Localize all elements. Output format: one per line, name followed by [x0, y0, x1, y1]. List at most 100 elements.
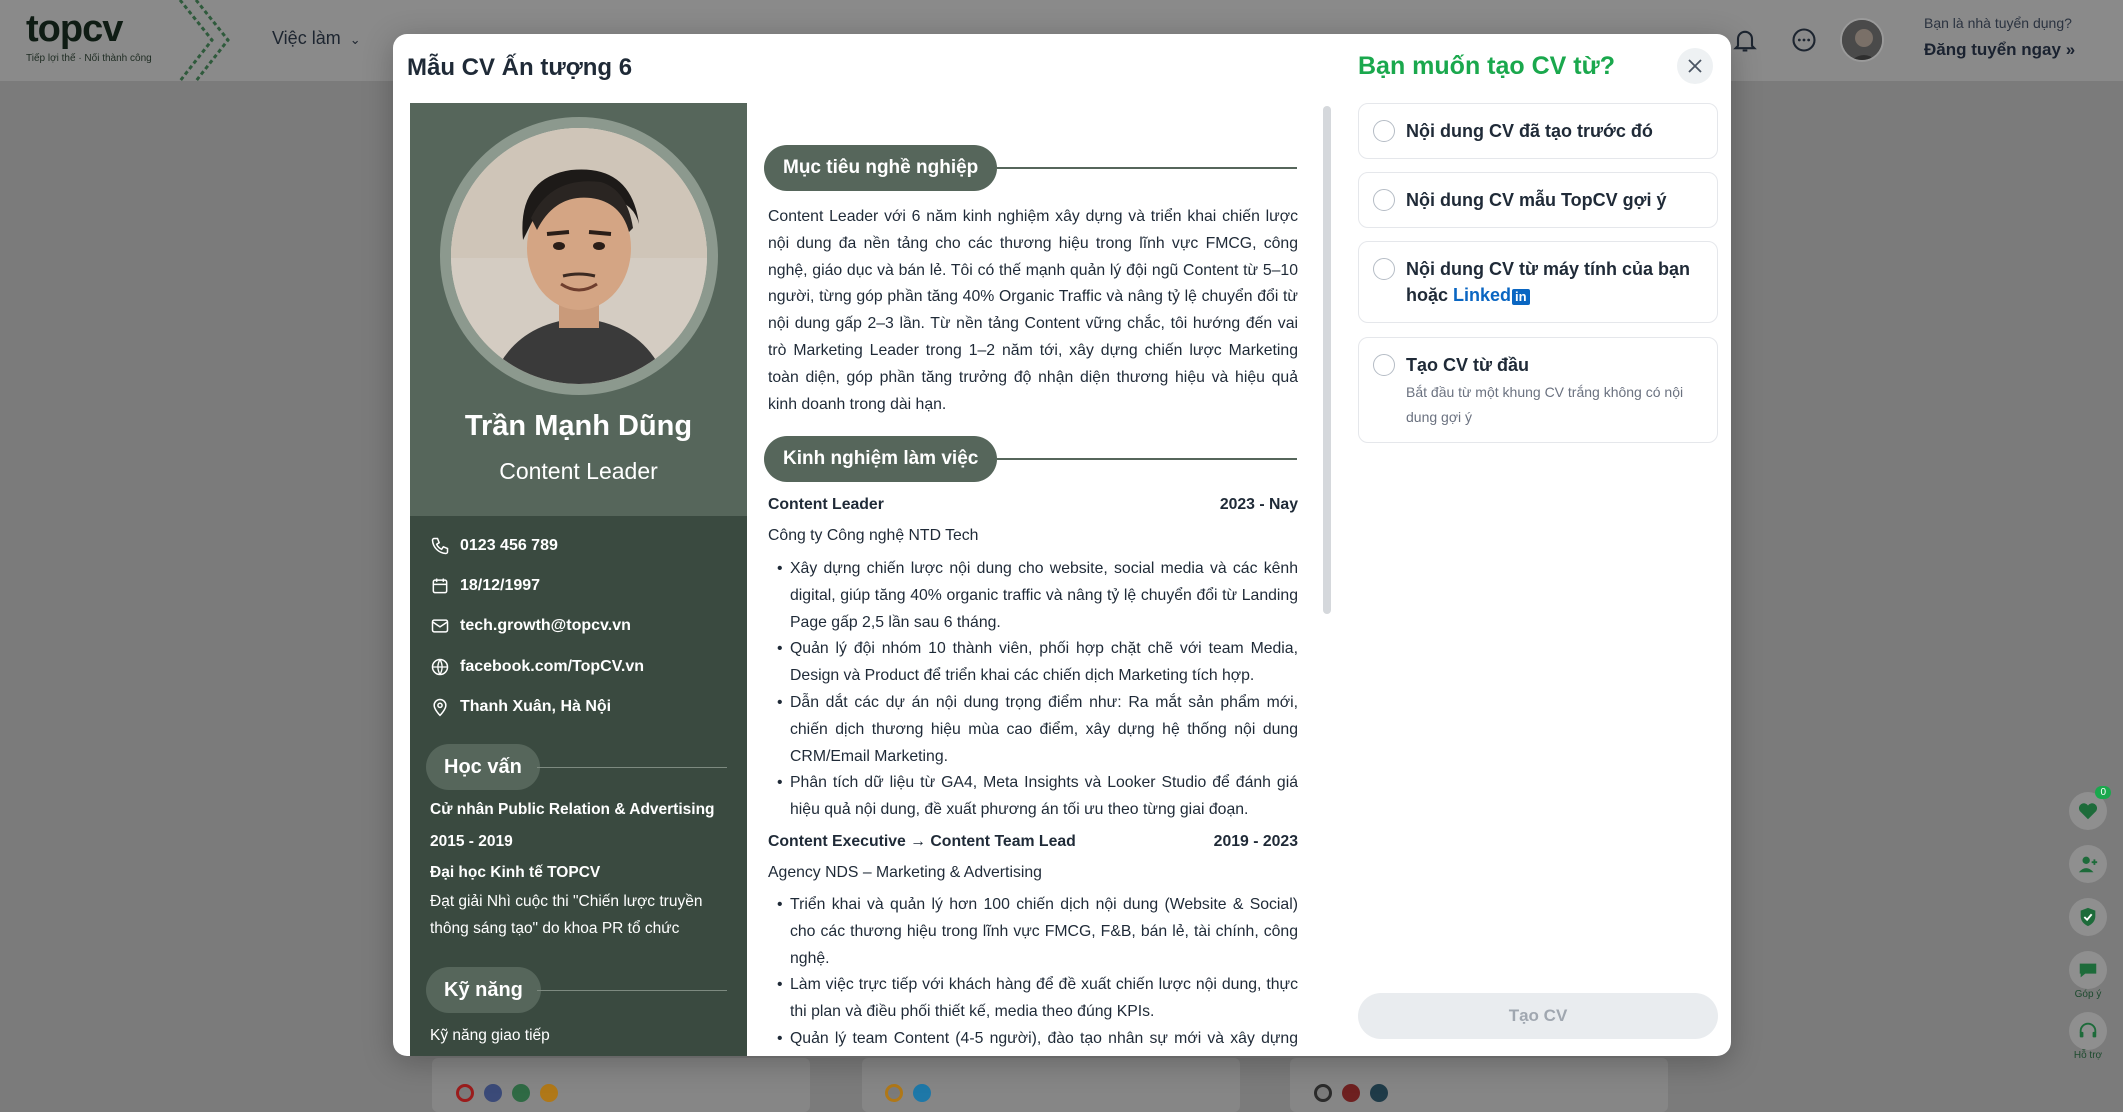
skill-item: Kỹ năng giao tiếp: [430, 1027, 550, 1044]
divider: [537, 767, 727, 768]
profile-photo-frame: [440, 117, 718, 395]
job-header: Content Leader 2023 - Nay: [768, 496, 1298, 514]
list-item: Dẫn dắt các dự án nội dung trọng điểm nh…: [768, 690, 1298, 770]
job-header: Content Executive → Content Team Lead 20…: [768, 833, 1298, 851]
color-swatch[interactable]: [456, 1084, 474, 1102]
contact-phone: 0123 456 789: [430, 536, 558, 556]
cv-profile-header: Trần Mạnh Dũng Content Leader: [410, 103, 747, 516]
option-description: Bắt đầu từ một khung CV trắng không có n…: [1406, 384, 1684, 425]
color-swatch[interactable]: [1342, 1084, 1360, 1102]
option-label: Tạo CV từ đầu: [1406, 355, 1530, 375]
security-tool[interactable]: [2069, 898, 2107, 936]
divider: [997, 167, 1297, 169]
location-icon: [433, 698, 447, 717]
color-swatch[interactable]: [484, 1084, 502, 1102]
logo-tagline: Tiếp lợi thế · Nối thành công: [26, 53, 152, 64]
bell-icon[interactable]: [1731, 26, 1759, 54]
contact-birthday: 18/12/1997: [430, 576, 540, 596]
color-swatch[interactable]: [913, 1084, 931, 1102]
cv-role: Content Leader: [499, 458, 658, 484]
close-button[interactable]: [1677, 48, 1713, 84]
chevron-decoration-icon: [178, 0, 230, 81]
color-swatch[interactable]: [512, 1084, 530, 1102]
contact-text: tech.growth@topcv.vn: [460, 617, 631, 634]
add-user-tool[interactable]: [2069, 845, 2107, 883]
globe-icon: [431, 658, 449, 676]
objective-text: Content Leader với 6 năm kinh nghiệm xây…: [768, 208, 1298, 413]
heart-icon: [2078, 803, 2098, 820]
linkedin-in-box: in: [1512, 289, 1530, 305]
option-from-scratch[interactable]: Tạo CV từ đầu Bắt đầu từ một khung CV tr…: [1358, 337, 1718, 443]
color-swatch[interactable]: [540, 1084, 558, 1102]
radio-button[interactable]: [1373, 354, 1395, 376]
job-company: Agency NDS – Marketing & Advertising: [768, 864, 1042, 881]
contact-text: 18/12/1997: [460, 577, 541, 594]
contact-text: facebook.com/TopCV.vn: [460, 658, 645, 675]
list-item: Quản lý team Content (4-5 người), đào tạ…: [768, 1026, 1298, 1056]
objective-heading: Mục tiêu nghề nghiệp: [764, 145, 998, 191]
user-avatar[interactable]: [1840, 18, 1884, 62]
close-icon: [1688, 59, 1702, 73]
option-topcv-sample[interactable]: Nội dung CV mẫu TopCV gợi ý: [1358, 172, 1718, 228]
contact-email: tech.growth@topcv.vn: [430, 616, 631, 636]
support-label: Hỗ trợ: [2073, 1050, 2103, 1061]
list-item: Triển khai và quản lý hơn 100 chiến dịch…: [768, 892, 1298, 972]
cv-sidebar: Trần Mạnh Dũng Content Leader 0123 456 7…: [410, 103, 747, 1056]
favorites-tool[interactable]: 0: [2069, 786, 2111, 830]
topcv-logo[interactable]: topcv Tiếp lợi thế · Nối thành công: [26, 8, 152, 64]
post-job-link[interactable]: Đăng tuyển ngay »: [1924, 40, 2075, 60]
chat-icon[interactable]: [1790, 26, 1818, 54]
contact-text: 0123 456 789: [460, 537, 558, 554]
radio-button[interactable]: [1373, 120, 1395, 142]
create-cv-button[interactable]: Tạo CV: [1358, 993, 1718, 1039]
color-swatch[interactable]: [885, 1084, 903, 1102]
job-title: Content Leader: [768, 496, 884, 513]
radio-button[interactable]: [1373, 258, 1395, 280]
list-item: Phân tích dữ liệu từ GA4, Meta Insights …: [768, 770, 1298, 824]
add-user-icon: [2078, 856, 2098, 873]
color-swatch[interactable]: [1314, 1084, 1332, 1102]
cv-main-content: Mục tiêu nghề nghiệp Content Leader với …: [747, 103, 1315, 1056]
linkedin-word: Linked: [1453, 285, 1512, 305]
avatar-image-icon: [1842, 20, 1882, 60]
modal-title: Mẫu CV Ấn tượng 6: [407, 54, 633, 81]
chevron-down-icon: ⌄: [349, 32, 361, 47]
job-bullets: Xây dựng chiến lược nội dung cho website…: [768, 556, 1298, 824]
phone-icon: [431, 537, 449, 555]
color-swatch[interactable]: [1370, 1084, 1388, 1102]
linkedin-logo[interactable]: Linked in: [1453, 285, 1530, 305]
skills-heading: Kỹ năng: [426, 967, 541, 1013]
recruiter-question: Bạn là nhà tuyển dụng?: [1924, 15, 2072, 31]
option-label-text: Nội dung CV từ máy tính của bạn hoặc: [1406, 259, 1691, 305]
education-school: Đại học Kinh tế TOPCV: [430, 864, 601, 881]
radio-button[interactable]: [1373, 189, 1395, 211]
preview-scrollbar[interactable]: [1323, 106, 1331, 614]
nav-jobs-menu[interactable]: Việc làm ⌄: [272, 28, 361, 49]
cv-preview[interactable]: Trần Mạnh Dũng Content Leader 0123 456 7…: [410, 103, 1315, 1056]
option-upload-or-linkedin[interactable]: Nội dung CV từ máy tính của bạn hoặc Lin…: [1358, 241, 1718, 323]
contact-location: Thanh Xuân, Hà Nội: [430, 697, 611, 717]
list-item: Làm việc trực tiếp với khách hàng để đề …: [768, 972, 1298, 1026]
support-tool[interactable]: Hỗ trợ: [2069, 1012, 2107, 1061]
option-label: Nội dung CV từ máy tính của bạn hoặc Lin…: [1406, 256, 1701, 308]
job-bullets: Triển khai và quản lý hơn 100 chiến dịch…: [768, 892, 1298, 1056]
cv-name: Trần Mạnh Dũng: [464, 410, 693, 442]
nav-jobs-label: Việc làm: [272, 28, 341, 48]
option-previous-cv[interactable]: Nội dung CV đã tạo trước đó: [1358, 103, 1718, 159]
portrait-image-icon: [451, 128, 707, 384]
divider: [997, 458, 1297, 460]
double-chevron-right-icon: »: [2065, 40, 2076, 59]
post-job-label: Đăng tuyển ngay: [1924, 40, 2061, 59]
logo-word: topcv: [26, 8, 123, 50]
calendar-icon: [432, 578, 448, 594]
favorites-count: 0: [2095, 786, 2111, 799]
cv-template-modal: Mẫu CV Ấn tượng 6 Trần Mạnh Dũng Content…: [393, 34, 1731, 1056]
feedback-tool[interactable]: Góp ý: [2069, 951, 2107, 1000]
shield-check-icon: [2080, 907, 2096, 927]
divider: [537, 990, 727, 991]
option-label: Nội dung CV mẫu TopCV gợi ý: [1406, 190, 1667, 210]
mail-icon: [431, 619, 449, 633]
experience-heading: Kinh nghiệm làm việc: [764, 436, 998, 482]
feedback-icon: [2079, 963, 2097, 978]
job-period: 2023 - Nay: [1219, 496, 1298, 513]
